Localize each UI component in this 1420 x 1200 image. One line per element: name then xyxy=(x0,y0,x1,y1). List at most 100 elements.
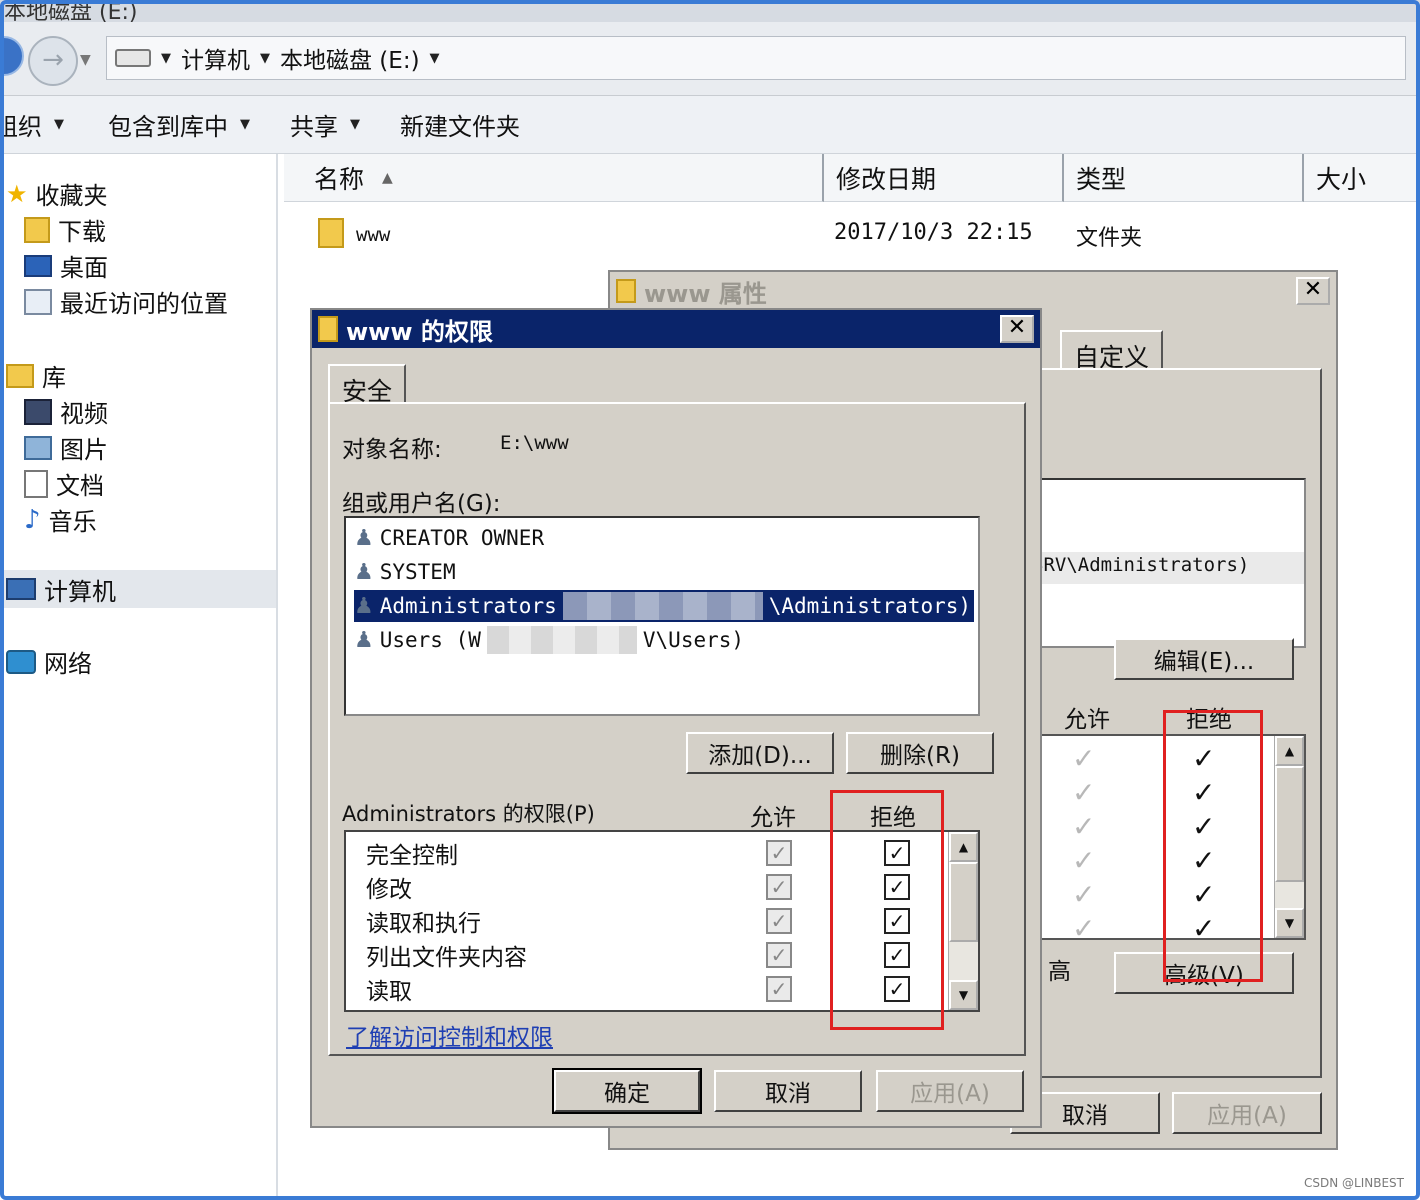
scroll-down-icon[interactable]: ▼ xyxy=(949,980,978,1010)
downloads-folder-icon xyxy=(24,216,50,243)
add-button-label: 添加(D)... xyxy=(708,743,812,769)
add-button[interactable]: 添加(D)... xyxy=(686,732,834,774)
deny-column-highlight xyxy=(1163,710,1263,982)
nav-recent-places[interactable]: 最近访问的位置 xyxy=(24,284,228,319)
nav-music[interactable]: ♪ 音乐 xyxy=(24,502,97,537)
command-bar: 组织 ▼ 包含到库中 ▼ 共享 ▼ 新建文件夹 xyxy=(0,96,1420,154)
column-header-name[interactable]: 名称 ▲ xyxy=(284,154,824,202)
new-folder-button[interactable]: 新建文件夹 xyxy=(400,107,520,142)
nav-videos-label: 视频 xyxy=(60,400,108,428)
share-menu[interactable]: 共享 ▼ xyxy=(290,107,360,142)
nav-favorites[interactable]: ★ 收藏夹 xyxy=(6,176,108,211)
apply-button[interactable]: 应用(A) xyxy=(876,1070,1024,1112)
allow-checkbox[interactable]: ✓ xyxy=(766,874,792,900)
user-name: Users (W xyxy=(379,628,481,652)
scroll-up-icon[interactable]: ▲ xyxy=(949,832,978,862)
allow-checkbox[interactable]: ✓ xyxy=(766,942,792,968)
scroll-thumb[interactable] xyxy=(1275,766,1304,882)
file-type: 文件夹 xyxy=(1076,226,1143,251)
nav-downloads[interactable]: 下载 xyxy=(24,212,106,247)
breadcrumb-drive[interactable]: 本地磁盘 (E:) xyxy=(280,41,420,75)
permissions-close-button[interactable]: ✕ xyxy=(1000,315,1034,343)
properties-user-list[interactable]: SRV\Administrators) xyxy=(1032,478,1306,648)
user-row-system[interactable]: ♟ SYSTEM xyxy=(354,556,974,588)
cancel-button-label: 取消 xyxy=(765,1081,811,1107)
ok-button[interactable]: 确定 xyxy=(552,1068,702,1114)
user-row-users[interactable]: ♟ Users (W V\Users) xyxy=(354,624,974,656)
column-header-type[interactable]: 类型 xyxy=(1064,154,1304,202)
cancel-button[interactable]: 取消 xyxy=(714,1070,862,1112)
nav-videos[interactable]: 视频 xyxy=(24,394,108,429)
user-row-creator-owner[interactable]: ♟ CREATOR OWNER xyxy=(354,522,974,554)
allow-check-icon: ✓ xyxy=(1072,810,1096,843)
allow-checkbox[interactable]: ✓ xyxy=(766,976,792,1002)
allow-check-icon: ✓ xyxy=(1072,776,1096,809)
scroll-thumb[interactable] xyxy=(949,862,978,942)
properties-admins-text: SRV\Administrators) xyxy=(1032,554,1250,576)
include-in-library-menu[interactable]: 包含到库中 ▼ xyxy=(108,107,250,142)
properties-perm-scrollbar[interactable]: ▲ ▼ xyxy=(1274,736,1304,938)
breadcrumb-computer[interactable]: 计算机 xyxy=(181,41,250,75)
user-name: SYSTEM xyxy=(379,560,456,584)
permission-scrollbar[interactable]: ▲ ▼ xyxy=(948,832,978,1010)
properties-allow-header: 允许 xyxy=(1064,707,1110,733)
access-control-help-link[interactable]: 了解访问控制和权限 xyxy=(346,1018,553,1052)
nav-computer[interactable]: 计算机 xyxy=(0,570,276,608)
allow-checkbox[interactable]: ✓ xyxy=(766,840,792,866)
window-title-fragment: 本地磁盘 (E:) xyxy=(4,0,138,22)
nav-pictures[interactable]: 图片 xyxy=(24,430,108,465)
ok-button-label: 确定 xyxy=(604,1081,650,1107)
sort-ascending-icon: ▲ xyxy=(382,169,393,186)
share-label: 共享 xyxy=(290,113,338,141)
watermark: CSDN @LINBEST xyxy=(1304,1176,1404,1190)
window-title-bar: 本地磁盘 (E:) xyxy=(0,0,1420,22)
perm-name: 列出文件夹内容 xyxy=(366,945,527,971)
file-row-www[interactable]: www 2017/10/3 22:15 文件夹 xyxy=(318,214,1318,256)
address-box[interactable]: ▼ 计算机 ▼ 本地磁盘 (E:) ▼ xyxy=(106,36,1406,80)
user-group-icon: ♟ xyxy=(354,559,374,585)
scroll-up-icon[interactable]: ▲ xyxy=(1275,736,1304,766)
nav-documents[interactable]: 文档 xyxy=(24,466,104,501)
perm-name: 修改 xyxy=(366,877,412,903)
chevron-down-icon[interactable]: ▼ xyxy=(260,51,270,66)
permissions-title: www 的权限 xyxy=(346,317,493,346)
back-button[interactable] xyxy=(0,36,24,76)
properties-title-bar: www 属性 ✕ xyxy=(610,272,1336,310)
nav-favorites-label: 收藏夹 xyxy=(35,182,108,210)
redacted-region xyxy=(486,626,637,654)
column-header-size[interactable]: 大小 xyxy=(1304,154,1420,202)
column-size-label: 大小 xyxy=(1316,164,1367,194)
forward-button[interactable]: → xyxy=(28,36,78,86)
permissions-title-bar: www 的权限 ✕ xyxy=(312,310,1040,348)
column-header-modified[interactable]: 修改日期 xyxy=(824,154,1064,202)
scroll-down-icon[interactable]: ▼ xyxy=(1275,908,1304,938)
desktop-icon xyxy=(24,254,52,277)
history-dropdown-icon[interactable]: ▼ xyxy=(80,52,91,68)
file-name: www xyxy=(356,224,391,246)
nav-desktop[interactable]: 桌面 xyxy=(24,248,108,283)
properties-close-button[interactable]: ✕ xyxy=(1296,277,1330,305)
file-modified: 2017/10/3 22:15 xyxy=(834,220,1033,245)
nav-libraries[interactable]: 库 xyxy=(6,358,66,393)
allow-checkbox[interactable]: ✓ xyxy=(766,908,792,934)
properties-apply-button[interactable]: 应用(A) xyxy=(1172,1092,1322,1134)
organize-menu[interactable]: 组织 ▼ xyxy=(0,107,64,142)
nav-computer-label: 计算机 xyxy=(44,577,116,606)
properties-selected-row[interactable]: SRV\Administrators) xyxy=(1032,552,1304,584)
user-domain-suffix: V\Users) xyxy=(642,628,745,652)
remove-button[interactable]: 删除(R) xyxy=(846,732,994,774)
chevron-down-icon[interactable]: ▼ xyxy=(161,51,171,66)
properties-edit-button[interactable]: 编辑(E)... xyxy=(1114,638,1294,680)
folder-icon xyxy=(318,218,344,248)
nav-desktop-label: 桌面 xyxy=(60,254,108,282)
nav-network[interactable]: 网络 xyxy=(6,644,92,679)
allow-check-icon: ✓ xyxy=(1072,912,1096,945)
video-icon xyxy=(24,398,52,425)
user-row-administrators[interactable]: ♟ Administrators \Administrators) xyxy=(354,590,974,622)
nav-recent-label: 最近访问的位置 xyxy=(60,290,228,318)
chevron-down-icon: ▼ xyxy=(240,117,250,132)
nav-music-label: 音乐 xyxy=(48,508,97,536)
chevron-down-icon[interactable]: ▼ xyxy=(430,51,440,66)
user-name: Administrators xyxy=(379,594,557,618)
group-user-list[interactable]: ♟ CREATOR OWNER ♟ SYSTEM ♟ Administrator… xyxy=(344,516,980,716)
